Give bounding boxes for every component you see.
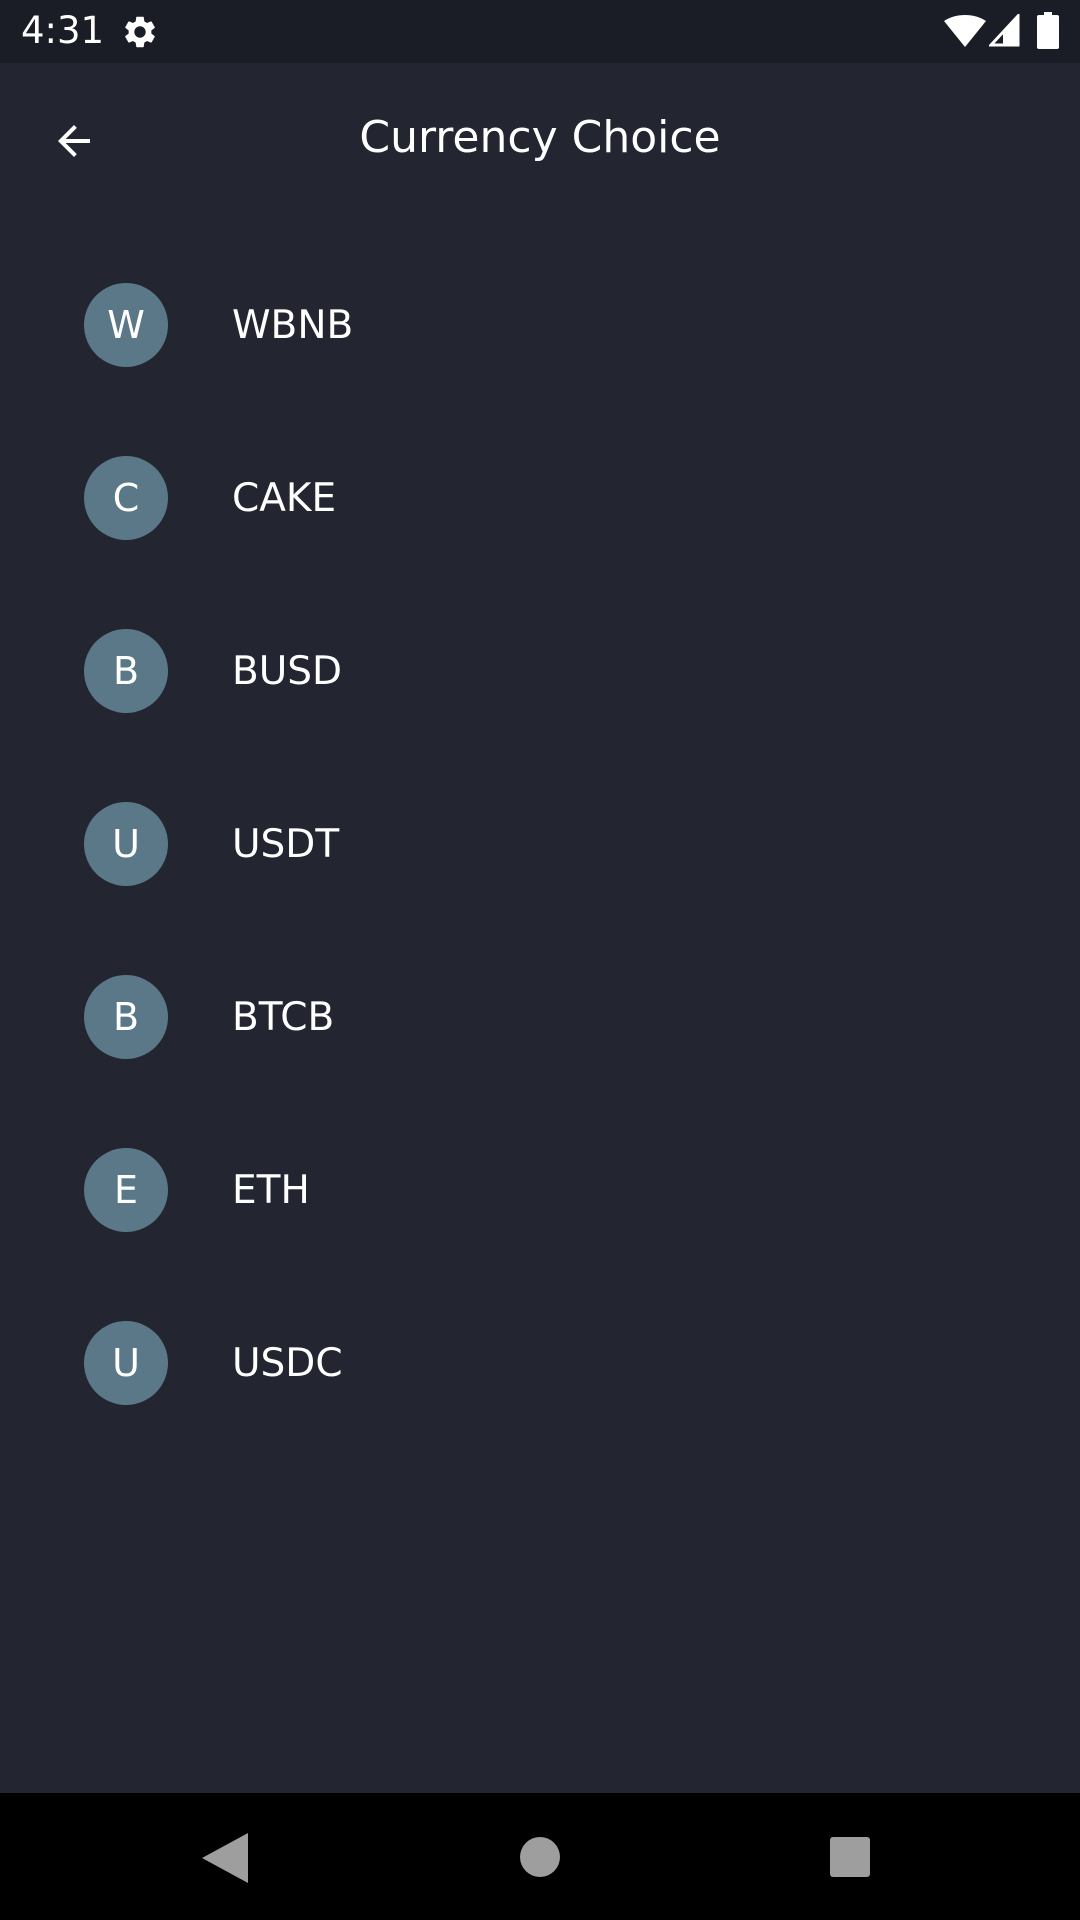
currency-label: USDT [232,822,340,867]
currency-label: WBNB [232,303,354,348]
navigation-bar [0,1793,1080,1920]
nav-recents-icon[interactable] [830,1837,870,1877]
page-title: Currency Choice [359,112,721,163]
currency-avatar: C [84,456,168,540]
currency-item-cake[interactable]: C CAKE [0,412,1080,585]
currency-label: CAKE [232,476,337,521]
currency-list: W WBNB C CAKE B BUSD U USDT B BTCB E ETH… [0,239,1080,1450]
currency-label: USDC [232,1341,343,1386]
gear-icon [125,16,155,48]
currency-avatar: B [84,629,168,713]
app-bar: Currency Choice [0,63,1080,211]
currency-avatar: U [84,1321,168,1405]
status-bar: 4:31 [0,0,1080,63]
battery-icon [1037,12,1059,49]
currency-label: BUSD [232,649,343,694]
currency-avatar: E [84,1148,168,1232]
currency-avatar: W [84,283,168,367]
nav-back-icon[interactable] [202,1833,248,1883]
screen: 4:31 Currency Choice W WBNB C CAKE B BUS… [0,0,1080,1920]
currency-item-busd[interactable]: B BUSD [0,585,1080,758]
currency-label: BTCB [232,995,335,1040]
currency-item-eth[interactable]: E ETH [0,1104,1080,1277]
currency-item-btcb[interactable]: B BTCB [0,931,1080,1104]
currency-item-usdc[interactable]: U USDC [0,1277,1080,1450]
currency-avatar: U [84,802,168,886]
currency-label: ETH [232,1168,310,1213]
currency-item-wbnb[interactable]: W WBNB [0,239,1080,412]
currency-avatar: B [84,975,168,1059]
currency-item-usdt[interactable]: U USDT [0,758,1080,931]
wifi-icon [944,15,986,47]
nav-home-icon[interactable] [520,1837,560,1877]
signal-icon [989,14,1020,47]
status-time: 4:31 [21,9,105,52]
